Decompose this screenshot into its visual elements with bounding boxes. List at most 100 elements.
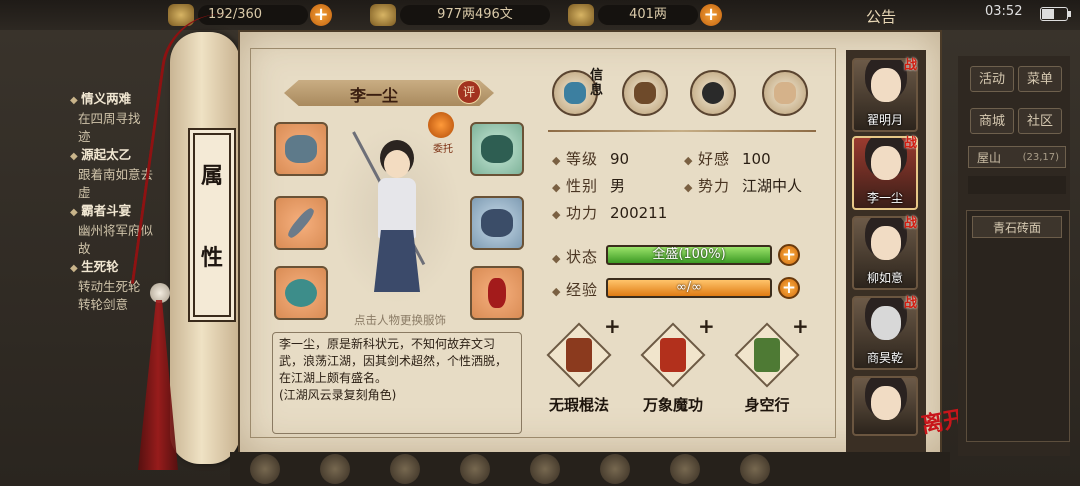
party-member-name: 李一尘 [866,191,903,205]
stat-level: 等级 90 [552,148,629,169]
add-exp-button[interactable]: + [778,277,800,299]
copper-coin-icon [370,4,396,26]
equip-slot-ring[interactable] [274,266,328,320]
exp-label: 经验 [552,279,598,300]
exp-bar: ∞/∞ [606,278,772,298]
restore-status-button[interactable]: + [778,244,800,266]
bracelet-icon [285,279,317,307]
character-portrait[interactable] [372,140,422,300]
divider [548,130,816,132]
add-stamina-button[interactable]: + [310,4,332,26]
movement-scroll-icon [754,338,780,372]
meridian-tab-icon[interactable] [762,70,808,116]
bottom-menu-icon[interactable] [740,454,770,484]
info-tab-label: 信息 [590,68,604,98]
status-clock: 03:52 [985,4,1023,19]
status-bar: 全盛(100%) [606,245,772,265]
bottom-menu-icon[interactable] [460,454,490,484]
scroll-title: 属 性 [188,128,236,322]
party-member[interactable] [852,376,918,436]
activity-button[interactable]: 活动 [970,66,1014,92]
armor-icon [481,209,513,237]
party-member-name: 商昊乾 [866,351,903,365]
stat-affection-label: 好感 [684,150,730,168]
equip-slot-weapon[interactable] [274,196,328,250]
delegate-icon[interactable] [428,112,454,138]
context-list [966,210,1070,442]
equip-slot-armor[interactable] [470,196,524,250]
bottom-menu-icon[interactable] [530,454,560,484]
battle-tag: 战 [904,296,918,311]
location-coords: (23,17) [1022,152,1059,163]
inventory-tab-icon[interactable] [622,70,668,116]
martial-scroll-icon [660,338,686,372]
menu-button[interactable]: 菜单 [1018,66,1062,92]
status-label: 状态 [552,246,598,267]
staff-scroll-icon [566,338,592,372]
equip-slot-accessory[interactable] [470,266,524,320]
skill-2-upgrade-button[interactable]: + [698,314,715,338]
change-outfit-hint: 点击人物更换服饰 [354,313,446,327]
stat-power-label: 功力 [552,204,598,222]
shop-button[interactable]: 商城 [970,108,1014,134]
skill-3-upgrade-button[interactable]: + [792,314,809,338]
skill-3-name: 身空行 [744,396,790,414]
scroll-title-char: 性 [200,245,223,271]
hat-icon [481,135,513,163]
stat-faction: 势力江湖中人 [684,175,802,196]
stat-affection: 好感 100 [684,148,771,169]
location-name: 屋山 [977,151,1002,165]
stat-faction-label: 势力 [684,177,730,195]
bottom-menu-bar [230,452,950,486]
announcement-button[interactable]: 公告 [866,6,896,27]
skill-2-name: 万象魔功 [642,396,703,414]
community-button[interactable]: 社区 [1018,108,1062,134]
silver-ingot-icon [568,4,594,26]
skill-slot-3[interactable] [734,322,800,388]
skill-1-upgrade-button[interactable]: + [604,314,621,338]
stat-gender-value: 男 [609,177,625,195]
stat-gender: 性别男 [552,175,625,196]
stat-level-value: 90 [609,150,630,168]
bottom-menu-icon[interactable] [320,454,350,484]
scroll-title-char: 属 [200,163,223,189]
helmet-icon [285,135,317,163]
context-tab[interactable] [968,176,1066,194]
skill-1-name: 无瑕棍法 [548,396,609,414]
stat-level-label: 等级 [552,150,598,168]
skill-slot-1[interactable] [546,322,612,388]
knot-charm-icon [488,278,506,308]
skill-slot-2[interactable] [640,322,706,388]
context-list-item[interactable]: 青石砖面 [972,216,1062,238]
bottom-menu-icon[interactable] [250,454,280,484]
battle-tag: 战 [904,58,918,73]
bottom-menu-icon[interactable] [670,454,700,484]
character-description: 李一尘，原是新科状元，不知何故弃文习武，浪荡江湖，因其剑术超然，个性洒脱，在江湖… [272,332,522,434]
bagua-tab-icon[interactable] [690,70,736,116]
sword-icon [285,205,317,241]
bottom-menu-icon[interactable] [390,454,420,484]
character-name: 李一尘 [349,86,398,105]
delegate-label: 委托 [433,144,453,155]
top-resource-bar: 192/360 + 977两496文 401两 + 公告 03:52 [0,0,1080,30]
stat-power: 功力 200211 [552,202,667,223]
rate-button[interactable]: 评 [457,80,481,104]
status-bar-text: 全盛(100%) [652,247,726,262]
copper-coin-value: 977两496文 [400,5,550,25]
bottom-menu-icon[interactable] [600,454,630,484]
battle-tag: 战 [904,136,918,151]
equip-slot-hat[interactable] [470,122,524,176]
battery-icon [1040,7,1071,21]
party-member-name: 柳如意 [866,271,903,285]
stat-affection-value: 100 [741,150,771,168]
stat-gender-label: 性别 [552,177,598,195]
exp-bar-text: ∞/∞ [675,280,703,295]
equip-slot-helmet[interactable] [274,122,328,176]
location-display: 屋山 (23,17) [968,146,1066,168]
stat-power-value: 200211 [609,204,668,222]
battle-tag: 战 [904,216,918,231]
party-member-name: 翟明月 [866,113,903,127]
silver-value: 401两 [598,5,698,25]
stat-faction-value: 江湖中人 [741,177,802,195]
add-silver-button[interactable]: + [700,4,722,26]
